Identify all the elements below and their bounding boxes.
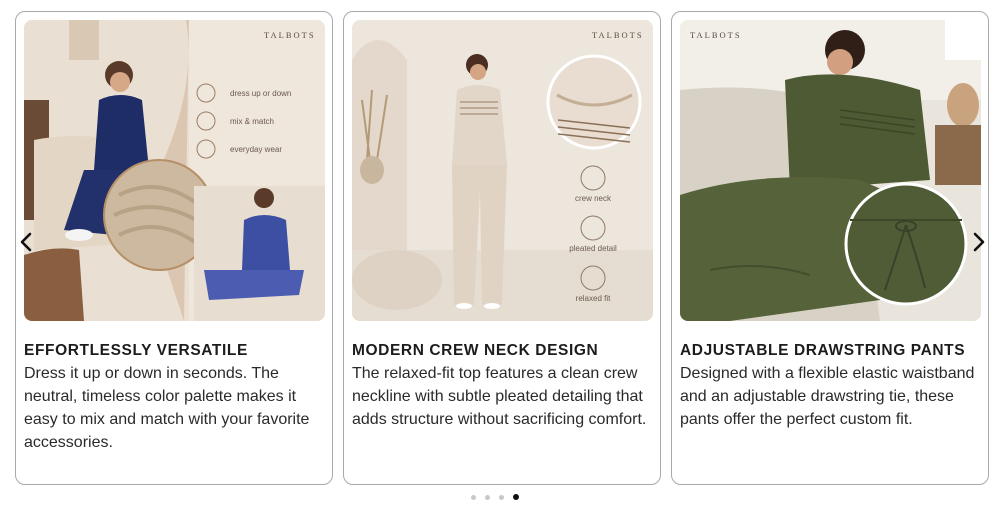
pagination-dot-3[interactable] (499, 494, 504, 500)
product-feature-card-2: TALBOTS crew neck pleated detail relaxed… (343, 11, 661, 485)
card-title: MODERN CREW NECK DESIGN (352, 342, 599, 359)
oatmeal-set-photo: TALBOTS crew neck pleated detail relaxed… (352, 20, 653, 321)
carousel-prev-button[interactable] (15, 229, 37, 255)
brand-logo: TALBOTS (592, 30, 644, 40)
chevron-left-icon (20, 232, 32, 252)
carousel-pagination (471, 492, 519, 502)
card-image-oatmeal-set: TALBOTS crew neck pleated detail relaxed… (352, 20, 653, 321)
product-feature-card-1: TALBOTS dress up or down mix & match eve… (15, 11, 333, 485)
brand-logo: TALBOTS (264, 30, 316, 40)
brand-logo: TALBOTS (690, 30, 742, 40)
olive-set-photo: TALBOTS (680, 20, 981, 321)
card-description: Designed with a flexible elastic waistba… (680, 365, 975, 428)
card-description: The relaxed-fit top features a clean cre… (352, 365, 647, 428)
feature-label: mix & match (230, 117, 274, 126)
card-image-navy-set: TALBOTS dress up or down mix & match eve… (24, 20, 325, 321)
chevron-right-icon (973, 232, 985, 252)
feature-label: crew neck (575, 194, 612, 203)
feature-label: everyday wear (230, 145, 282, 154)
pagination-dot-2[interactable] (485, 494, 490, 500)
navy-set-photo: TALBOTS dress up or down mix & match eve… (24, 20, 325, 321)
card-image-olive-set: TALBOTS (680, 20, 981, 321)
feature-label: pleated detail (569, 244, 617, 253)
pagination-dot-1[interactable] (471, 494, 476, 500)
carousel-next-button[interactable] (968, 229, 990, 255)
feature-label: dress up or down (230, 89, 291, 98)
card-description: Dress it up or down in seconds. The neut… (24, 365, 310, 451)
card-title: ADJUSTABLE DRAWSTRING PANTS (680, 342, 966, 359)
pagination-dot-4-active[interactable] (513, 494, 519, 500)
card-title: EFFORTLESSLY VERSATILE (24, 342, 248, 359)
feature-label: relaxed fit (576, 294, 611, 303)
product-feature-card-3: TALBOTS ADJUSTABLE DRAWSTRING PANTS Desi… (671, 11, 989, 485)
